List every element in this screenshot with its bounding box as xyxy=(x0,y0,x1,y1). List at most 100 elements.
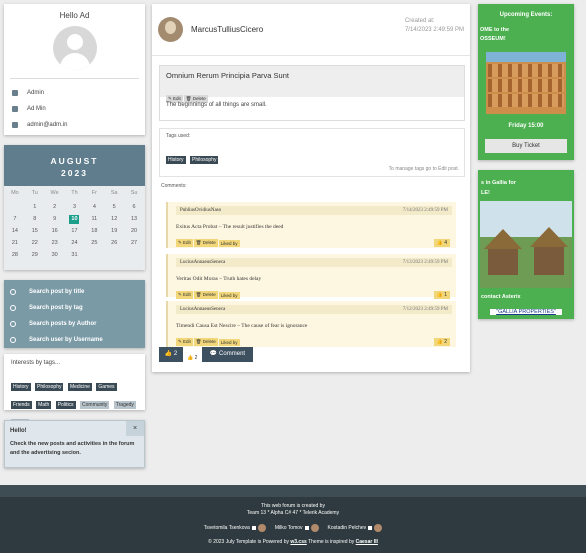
author-avatar[interactable] xyxy=(158,17,183,42)
avatar-icon xyxy=(52,26,97,70)
calendar-day[interactable]: 12 xyxy=(104,215,124,224)
calendar-day[interactable]: 2 xyxy=(45,203,65,212)
post-author[interactable]: MarcusTulliusCicero xyxy=(191,25,263,34)
comment-like-button[interactable]: 👍 2 xyxy=(433,338,450,346)
liked-by-button[interactable]: Liked by xyxy=(218,338,240,346)
calendar-day[interactable]: 1 xyxy=(25,203,45,212)
caesar-link[interactable]: Caesar III xyxy=(356,539,378,545)
comment-author[interactable]: LuciusAnnaeusSeneca xyxy=(180,305,225,314)
interest-tag[interactable]: Philosophy xyxy=(35,383,64,391)
search-by-title-link[interactable]: Search post by title xyxy=(4,284,145,300)
interest-tag[interactable]: History xyxy=(11,383,31,391)
calendar-day[interactable]: 9 xyxy=(45,215,65,224)
calendar-day[interactable]: 31 xyxy=(65,251,85,260)
comment: LuciusAnnaeusSeneca 7/12/2023 2:49:59 PM T… xyxy=(166,301,456,347)
liked-by-button[interactable]: Liked by xyxy=(218,239,240,247)
tag-history[interactable]: History xyxy=(166,156,186,164)
search-by-username-link[interactable]: Search user by Username xyxy=(4,332,145,348)
w3css-link[interactable]: w3.css xyxy=(290,539,306,545)
delete-comment-button[interactable]: 🗑 Delete xyxy=(193,239,218,247)
profile-name: Ad Min xyxy=(27,106,46,112)
calendar-day[interactable]: 23 xyxy=(45,239,65,248)
calendar-day[interactable]: 27 xyxy=(124,239,144,248)
calendar-month: AUGUST xyxy=(50,156,99,166)
like-button[interactable]: 👍 2 xyxy=(159,347,183,362)
envelope-icon xyxy=(12,122,18,128)
settings-icon xyxy=(10,337,16,343)
calendar-day[interactable]: 19 xyxy=(104,227,124,236)
gallia-title: s in Gallia for LE! xyxy=(481,180,516,196)
profile-role: Admin xyxy=(27,90,45,96)
calendar-day[interactable]: 11 xyxy=(84,215,104,224)
calendar-day[interactable]: 13 xyxy=(124,215,144,224)
comment-like-button[interactable]: 👍 4 xyxy=(433,239,450,247)
calendar-grid: Mo Tu We Th Fr Sa Su 1 2 3 4 5 6 7 8 9 10 11 12 13 14 15 16 17 1… xyxy=(4,186,145,260)
liked-by-button[interactable]: Liked by xyxy=(218,291,240,299)
calendar-day[interactable]: 25 xyxy=(84,239,104,248)
comment: LuciusAnnaeusSeneca 7/13/2023 2:49:59 PM V… xyxy=(166,254,456,299)
interest-tag[interactable]: Politics xyxy=(55,401,76,409)
search-by-author-link[interactable]: Search posts by Author xyxy=(4,316,145,332)
events-ad: Upcoming Events: OME to the OSSEUM! Frid… xyxy=(478,4,574,160)
comment-like-button[interactable]: 👍 1 xyxy=(433,291,450,299)
calendar-day[interactable]: 4 xyxy=(84,203,104,212)
calendar-day[interactable]: 18 xyxy=(84,227,104,236)
search-icon xyxy=(10,289,16,295)
calendar-day[interactable]: 28 xyxy=(5,251,25,260)
calendar: AUGUST 2023 Mo Tu We Th Fr Sa Su 1 2 3 4 5 6 7 8 9 10 11 1… xyxy=(4,145,145,270)
calendar-day[interactable]: 7 xyxy=(5,215,25,224)
comment-button[interactable]: 💬 Comment xyxy=(202,347,253,362)
calendar-day[interactable]: 22 xyxy=(25,239,45,248)
interest-tag[interactable]: Games xyxy=(96,383,117,391)
interest-tag[interactable]: Medicine xyxy=(67,383,92,391)
interest-tag[interactable]: Math xyxy=(36,401,52,409)
calendar-day[interactable]: 29 xyxy=(25,251,45,260)
hello-text: Check the new posts and activities in th… xyxy=(10,441,135,456)
calendar-day[interactable]: 5 xyxy=(104,203,124,212)
search-by-tag-link[interactable]: Search post by tag xyxy=(4,300,145,316)
calendar-day[interactable]: 30 xyxy=(45,251,65,260)
hello-box: × Hello! Check the new posts and activit… xyxy=(4,420,145,468)
calendar-day[interactable]: 24 xyxy=(65,239,85,248)
calendar-day[interactable]: 20 xyxy=(124,227,144,236)
close-button[interactable]: × xyxy=(126,421,144,436)
calendar-day[interactable]: 21 xyxy=(5,239,25,248)
interest-tag[interactable]: Friends xyxy=(11,401,32,409)
like-count: 👍 2 xyxy=(187,355,198,361)
day-name: We xyxy=(50,190,59,196)
comment-author[interactable]: LuciusAnnaeusSeneca xyxy=(180,258,225,267)
delete-comment-button[interactable]: 🗑 Delete xyxy=(193,338,218,346)
delete-comment-button[interactable]: 🗑 Delete xyxy=(193,291,218,299)
comment: PubliusOvidiusNaso 7/14/2023 2:49:59 PM Ex… xyxy=(166,202,456,248)
gallia-properties-link[interactable]: "GALLIA PROPERTIES" xyxy=(490,309,562,315)
greeting: Hello Ad xyxy=(59,11,90,20)
calendar-day[interactable]: 10 xyxy=(69,215,80,224)
dev-credit[interactable]: Kostadin Pelchev xyxy=(328,524,383,532)
dev-credit[interactable]: Tsvetomila Tsenkova xyxy=(204,524,266,532)
created-at: Created at: 7/14/2023 2:49:59 PM xyxy=(404,18,464,33)
comment-author[interactable]: PubliusOvidiusNaso xyxy=(180,206,221,215)
edit-comment-button[interactable]: ✎ Edit xyxy=(176,239,193,247)
buy-ticket-button[interactable]: Buy Ticket xyxy=(485,139,567,153)
tag-philosophy[interactable]: Philosophy xyxy=(190,156,219,164)
profile-card: Hello Ad Admin Ad Min admin@adm.in xyxy=(4,4,145,135)
day-name: Mo xyxy=(11,190,19,196)
comment-date: 7/14/2023 2:49:59 PM xyxy=(402,208,448,213)
contact-text: contact Asterix xyxy=(481,294,521,300)
footer-created-by: This web forum is created by xyxy=(261,503,325,509)
calendar-day[interactable]: 15 xyxy=(25,227,45,236)
calendar-day[interactable]: 14 xyxy=(5,227,25,236)
calendar-day[interactable]: 3 xyxy=(65,203,85,212)
calendar-day[interactable]: 17 xyxy=(65,227,85,236)
edit-comment-button[interactable]: ✎ Edit xyxy=(176,291,193,299)
edit-comment-button[interactable]: ✎ Edit xyxy=(176,338,193,346)
calendar-day[interactable]: 16 xyxy=(45,227,65,236)
interest-tag[interactable]: Tragedy xyxy=(113,401,136,409)
calendar-day[interactable]: 6 xyxy=(124,203,144,212)
comment-text: Timendi Causa Est Nescire – The cause of… xyxy=(176,323,308,329)
interest-tag[interactable]: Community xyxy=(80,401,110,409)
calendar-day[interactable]: 8 xyxy=(25,215,45,224)
dev-credit[interactable]: Milko Tomov xyxy=(275,524,319,532)
calendar-day[interactable]: 26 xyxy=(104,239,124,248)
day-name: Su xyxy=(130,190,138,196)
